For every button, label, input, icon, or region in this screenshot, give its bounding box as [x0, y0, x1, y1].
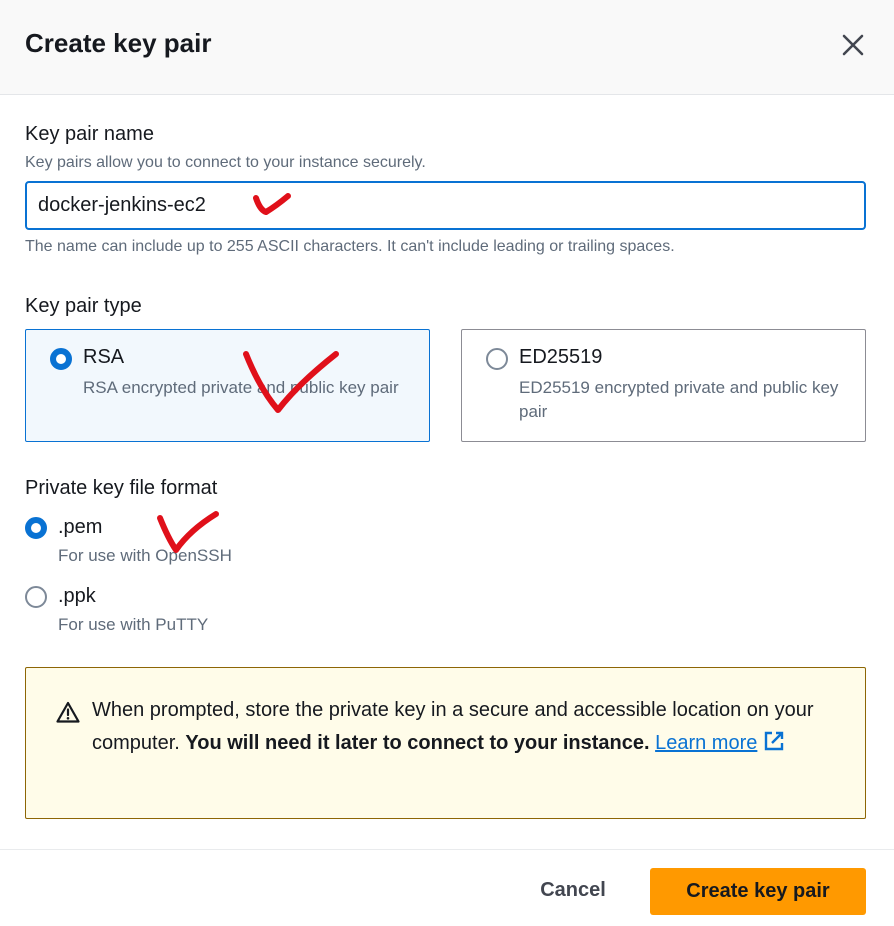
alert-bold-text: You will need it later to connect to you… — [185, 732, 650, 754]
ed25519-radio[interactable] — [486, 348, 508, 370]
rsa-title: RSA — [83, 346, 125, 368]
create-key-pair-button[interactable]: Create key pair — [650, 868, 866, 915]
cancel-button[interactable]: Cancel — [520, 866, 626, 914]
modal-header: Create key pair — [0, 0, 894, 95]
ppk-description: For use with PuTTY — [58, 615, 209, 634]
ppk-radio[interactable] — [25, 586, 47, 608]
key-pair-name-label: Key pair name — [25, 123, 154, 145]
format-option-pem[interactable]: .pem For use with OpenSSH — [25, 516, 325, 572]
pem-description: For use with OpenSSH — [58, 546, 232, 565]
file-format-label: Private key file format — [25, 477, 218, 499]
external-link-icon[interactable] — [763, 730, 785, 752]
ppk-title: .ppk — [58, 585, 96, 607]
key-type-tile-rsa[interactable]: RSA RSA encrypted private and public key… — [25, 329, 430, 442]
pem-radio[interactable] — [25, 517, 47, 539]
key-pair-name-description: Key pairs allow you to connect to your i… — [25, 154, 426, 171]
warning-alert: When prompted, store the private key in … — [25, 667, 866, 819]
close-icon — [842, 34, 864, 56]
ed25519-description: ED25519 encrypted private and public key… — [519, 378, 839, 421]
learn-more-link[interactable]: Learn more — [655, 732, 757, 754]
rsa-radio[interactable] — [50, 348, 72, 370]
alert-message: When prompted, store the private key in … — [92, 694, 832, 760]
key-pair-name-constraint: The name can include up to 255 ASCII cha… — [25, 238, 675, 255]
key-pair-name-input[interactable] — [25, 181, 866, 230]
format-option-ppk[interactable]: .ppk For use with PuTTY — [25, 585, 325, 641]
rsa-description: RSA encrypted private and public key pai… — [83, 378, 399, 397]
warning-icon — [56, 701, 80, 723]
key-pair-type-label: Key pair type — [25, 295, 142, 317]
ed25519-title: ED25519 — [519, 346, 603, 368]
learn-more-label: Learn more — [655, 732, 758, 754]
footer-divider — [0, 849, 894, 850]
dialog-title: Create key pair — [25, 28, 212, 58]
close-button[interactable] — [838, 30, 868, 60]
key-type-tile-ed25519[interactable]: ED25519 ED25519 encrypted private and pu… — [461, 329, 866, 442]
pem-title: .pem — [58, 516, 103, 538]
